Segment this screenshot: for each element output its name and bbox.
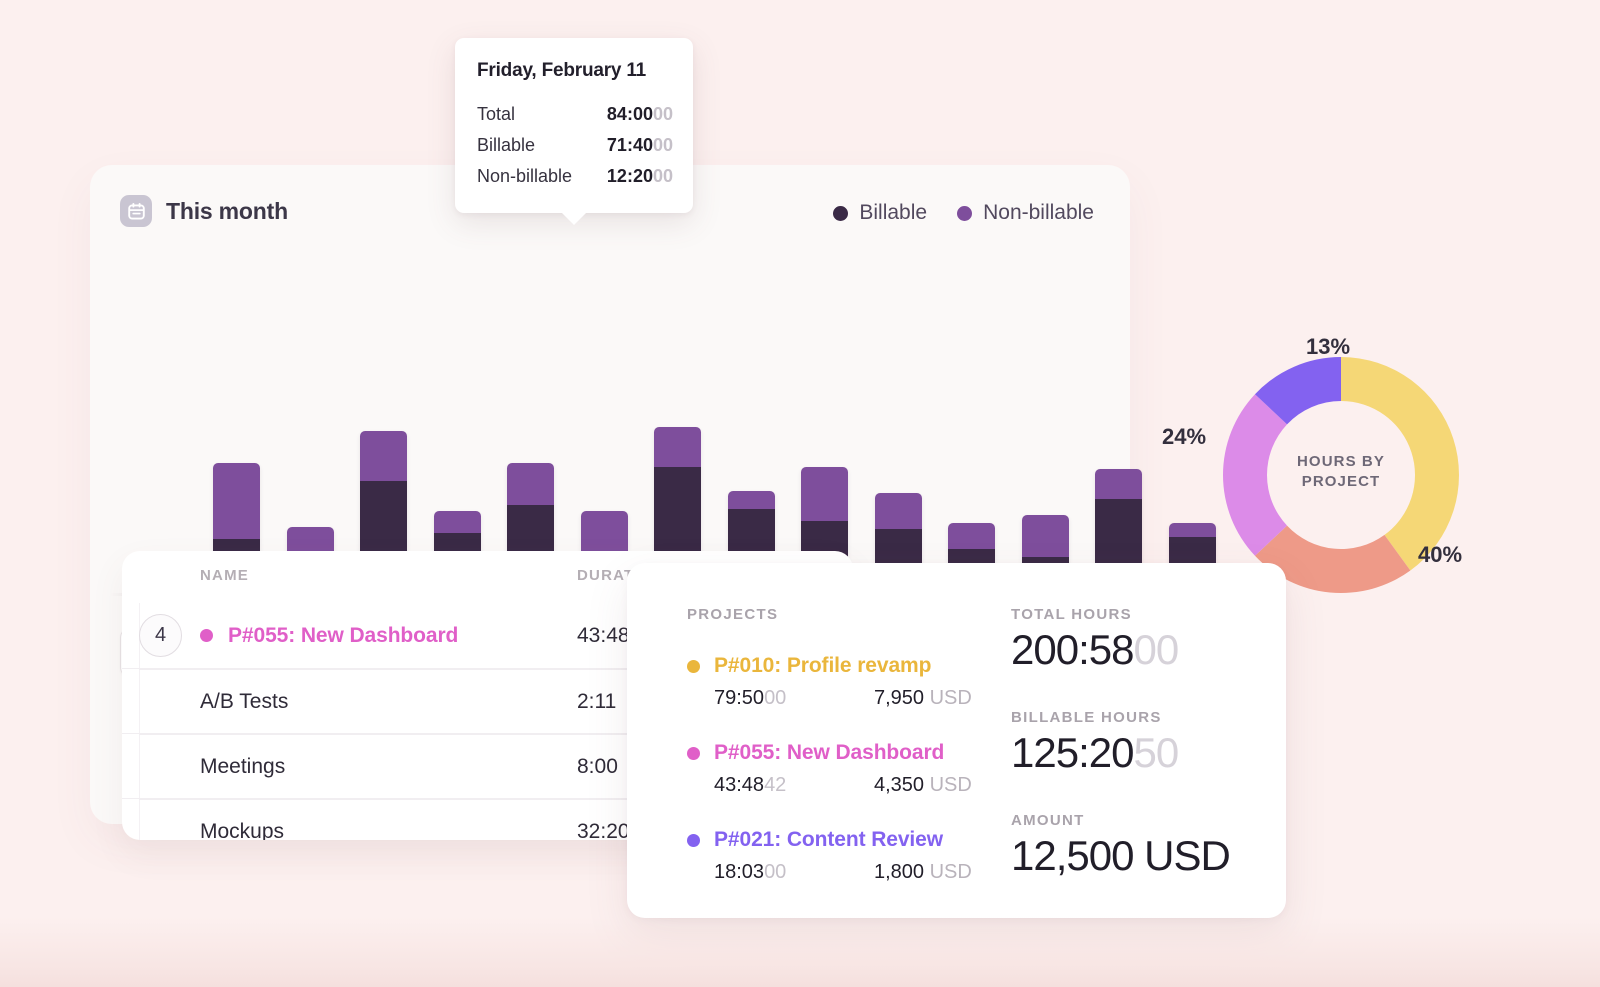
bar-chart [110, 255, 1216, 596]
bar-segment-non-billable [433, 511, 481, 533]
project-header: P#021: Content Review [687, 828, 987, 852]
bar-segment-non-billable [654, 427, 701, 467]
screen-root: This month Billable Non-billable Group b… [0, 0, 1600, 987]
tooltip-row-total: Total 84:0000 [477, 104, 673, 125]
cell-duration: 8:00 [577, 754, 618, 778]
cell-duration: 2:11 [577, 689, 617, 713]
amount-label: AMOUNT [1011, 812, 1085, 829]
tooltip-title: Friday, February 11 [477, 60, 647, 81]
project-name: P#055: New Dashboard [714, 741, 945, 764]
cell-name: Mockups [200, 820, 284, 841]
bar-segment-non-billable [360, 431, 407, 481]
tooltip-row-non-billable: Non-billable 12:2000 [477, 166, 673, 187]
cell-name: Meetings [200, 755, 285, 779]
calendar-icon [120, 195, 152, 227]
cell-name: A/B Tests [200, 690, 288, 714]
project-summary-item[interactable]: P#055: New Dashboard 43:4842 4,350 USD [687, 741, 987, 797]
chart-legend: Billable Non-billable [833, 201, 1094, 225]
bottom-gradient [0, 917, 1600, 987]
row-name-text: P#055: New Dashboard [228, 623, 459, 647]
projects-section-label: PROJECTS [687, 606, 779, 623]
amount-value: 12,500 USD [1011, 832, 1231, 879]
bar-segment-non-billable [507, 463, 554, 505]
cell-name: P#055: New Dashboard [200, 624, 458, 648]
cell-duration: 32:20 [577, 819, 630, 841]
row-name-text: Meetings [200, 754, 286, 778]
bar-segment-non-billable [1095, 469, 1142, 499]
column-header-name: NAME [200, 567, 249, 584]
total-hours-label: TOTAL HOURS [1011, 606, 1132, 623]
donut-center-line2: PROJECT [1301, 473, 1381, 490]
total-hours-block: TOTAL HOURS 200:5800 [1011, 606, 1179, 674]
row-name-text: A/B Tests [200, 689, 289, 713]
legend-item-non-billable: Non-billable [957, 201, 1094, 225]
project-summary-item[interactable]: P#010: Profile revamp 79:5000 7,950 USD [687, 654, 987, 710]
project-values: 43:4842 4,350 USD [687, 774, 987, 797]
project-amount: 7,950 USD [874, 687, 972, 709]
project-header: P#010: Profile revamp [687, 654, 987, 678]
donut-pct-40: 40% [1418, 542, 1463, 567]
bar-segment-non-billable [1021, 515, 1069, 557]
summary-card: PROJECTS P#010: Profile revamp 79:5000 7,9… [627, 563, 1286, 918]
donut-center-line1: HOURS BY [1297, 453, 1385, 470]
legend-item-billable: Billable [833, 201, 927, 225]
tooltip-value-total: 84:0000 [606, 104, 673, 124]
tooltip-label-total: Total [477, 104, 516, 124]
cell-duration: 43:48 [577, 623, 630, 647]
bar-segment-non-billable [213, 463, 260, 539]
donut-pct-24: 24% [1162, 424, 1207, 449]
total-hours-value: 200:5800 [1011, 626, 1179, 673]
bar-segment-non-billable [948, 523, 995, 549]
row-count-badge: 4 [139, 614, 182, 657]
project-summary-item[interactable]: P#021: Content Review 18:0300 1,800 USD [687, 828, 987, 884]
project-color-dot [200, 629, 213, 642]
donut-center-label: HOURS BY PROJECT [1196, 452, 1486, 492]
row-name-text: Mockups [200, 819, 285, 841]
billable-hours-label: BILLABLE HOURS [1011, 709, 1162, 726]
project-name: P#010: Profile revamp [714, 654, 932, 677]
project-name: P#021: Content Review [714, 828, 943, 851]
chart-tooltip: Friday, February 11 Total 84:0000 Billab… [455, 38, 693, 225]
project-header: P#055: New Dashboard [687, 741, 987, 765]
project-duration: 79:5000 [714, 687, 787, 709]
projects-section: PROJECTS P#010: Profile revamp 79:5000 7,9… [687, 606, 987, 884]
bar-segment-non-billable [727, 491, 775, 509]
legend-label-non-billable: Non-billable [983, 201, 1094, 224]
legend-label-billable: Billable [859, 201, 928, 224]
tooltip-value-billable: 71:4000 [606, 135, 673, 155]
project-color-dot [687, 833, 700, 847]
page-title: This month [166, 197, 288, 224]
tooltip-label-non-billable: Non-billable [477, 166, 573, 186]
amount-block: AMOUNT 12,500 USD [1011, 812, 1231, 880]
chart-card-header: This month [120, 195, 288, 227]
project-color-dot [687, 659, 700, 673]
legend-dot-non-billable [957, 205, 973, 221]
billable-hours-block: BILLABLE HOURS 125:2050 [1011, 709, 1179, 777]
tooltip-row-billable: Billable 71:4000 [477, 135, 673, 156]
tooltip-value-non-billable: 12:2000 [606, 166, 673, 186]
project-amount: 4,350 USD [874, 774, 972, 796]
project-values: 79:5000 7,950 USD [687, 687, 987, 710]
tooltip-label-billable: Billable [477, 135, 536, 155]
project-values: 18:0300 1,800 USD [687, 861, 987, 884]
billable-hours-value: 125:2050 [1011, 729, 1179, 776]
legend-dot-billable [833, 205, 849, 221]
project-duration: 18:0300 [714, 861, 787, 883]
project-duration: 43:4842 [714, 774, 787, 796]
project-color-dot [687, 746, 700, 760]
project-amount: 1,800 USD [874, 861, 972, 883]
bar-segment-non-billable [801, 467, 848, 521]
donut-pct-13: 13% [1306, 334, 1351, 359]
bar-segment-non-billable [874, 493, 922, 529]
